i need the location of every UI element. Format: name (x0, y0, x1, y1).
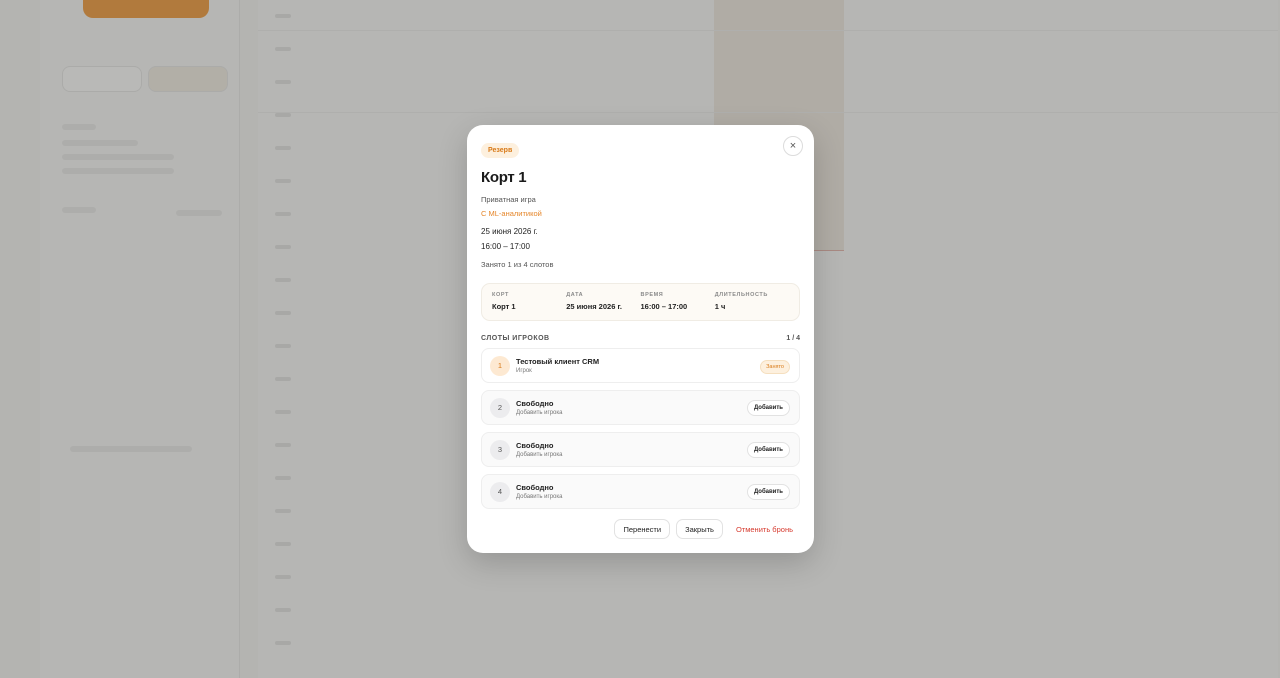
info-label: Время (640, 292, 664, 298)
slot-player-name: Свободно (516, 399, 554, 408)
slots-count: 1 / 4 (786, 335, 800, 342)
slot-player-role: Добавить игрока (516, 410, 563, 416)
slot-player-name: Свободно (516, 441, 554, 450)
reschedule-button[interactable]: Перенести (614, 519, 671, 539)
info-value: 16:00 – 17:00 (640, 302, 688, 311)
slot-player-name: Свободно (516, 483, 554, 492)
info-label: Длительность (714, 292, 768, 298)
slot-text: Свободно Добавить игрока (516, 483, 563, 500)
booking-info-card: Корт Корт 1 Дата 25 июня 2026 г. Время 1… (481, 283, 800, 321)
add-player-button[interactable]: Добавить (746, 484, 790, 500)
slot-player-role: Игрок (516, 368, 532, 374)
slot-text: Свободно Добавить игрока (516, 399, 563, 416)
slot-text: Свободно Добавить игрока (516, 441, 563, 458)
close-icon[interactable]: × (783, 136, 803, 156)
player-slot: 1 Тестовый клиент CRM Игрок Занято (481, 348, 800, 383)
info-date: Дата 25 июня 2026 г. (566, 292, 640, 320)
add-player-button[interactable]: Добавить (746, 442, 790, 458)
add-player-button[interactable]: Добавить (746, 400, 790, 416)
info-value: 1 ч (714, 302, 726, 311)
slot-number: 3 (490, 439, 510, 460)
slot-text: Тестовый клиент CRM Игрок (516, 357, 599, 374)
info-value: Корт 1 (492, 302, 516, 311)
slot-player-role: Добавить игрока (516, 494, 563, 500)
booking-modal: × Резерв Корт 1 Приватная игра С ML-анал… (467, 125, 814, 553)
slots-title: Слоты игроков (481, 335, 550, 342)
cancel-booking-button[interactable]: Отменить бронь (729, 519, 800, 539)
player-slot: 2 Свободно Добавить игрока Добавить (481, 390, 800, 425)
modal-title: Корт 1 (481, 169, 527, 186)
booking-date: 25 июня 2026 г. (481, 227, 538, 236)
info-label: Дата (566, 292, 584, 298)
status-badge: Резерв (481, 143, 520, 158)
player-slot: 4 Свободно Добавить игрока Добавить (481, 474, 800, 509)
ml-analytics-link[interactable]: С ML-аналитикой (481, 209, 800, 218)
occupancy-text: Занято 1 из 4 слотов (481, 260, 554, 269)
slot-player-name: Тестовый клиент CRM (516, 357, 600, 366)
slot-player-role: Добавить игрока (516, 452, 563, 458)
info-value: 25 июня 2026 г. (566, 302, 622, 311)
slot-status-badge: Занято (760, 360, 790, 374)
info-court: Корт Корт 1 (492, 292, 566, 320)
close-button[interactable]: Закрыть (676, 519, 723, 539)
booking-time: 16:00 – 17:00 (481, 242, 530, 251)
slot-number: 2 (490, 397, 510, 418)
slot-number: 1 (490, 355, 510, 376)
game-type: Приватная игра (481, 195, 536, 204)
player-slot: 3 Свободно Добавить игрока Добавить (481, 432, 800, 467)
info-label: Корт (492, 292, 509, 298)
modal-footer: Перенести Закрыть Отменить бронь (614, 519, 800, 539)
info-duration: Длительность 1 ч (715, 292, 789, 320)
info-time: Время 16:00 – 17:00 (641, 292, 715, 320)
slots-header: Слоты игроков 1 / 4 (481, 335, 800, 342)
slot-number: 4 (490, 481, 510, 502)
